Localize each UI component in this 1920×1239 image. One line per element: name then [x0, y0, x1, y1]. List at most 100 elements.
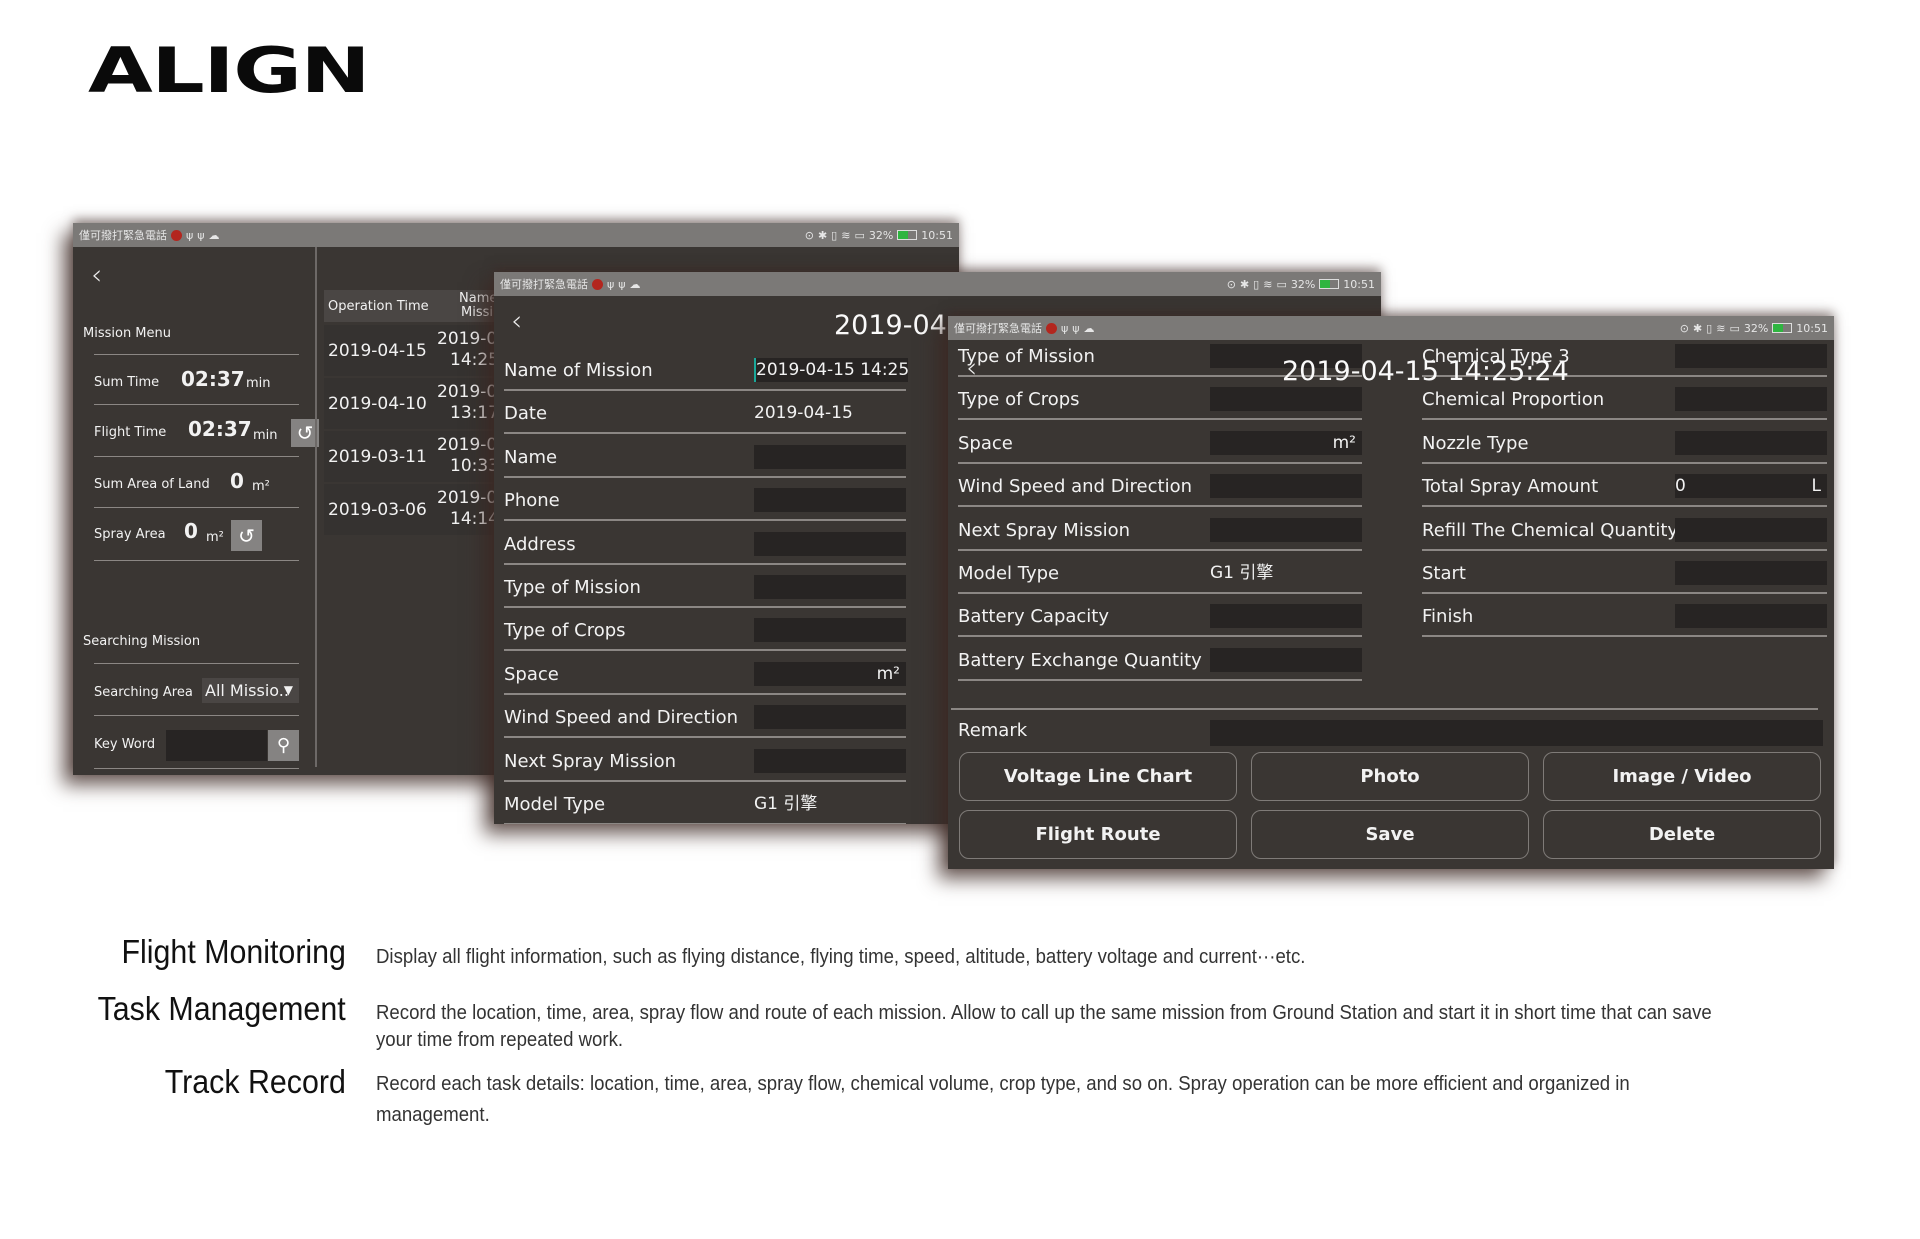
carrier-text: 僅可撥打緊急電話 — [79, 229, 167, 242]
clock: 10:51 — [1343, 277, 1375, 291]
field-input[interactable] — [754, 575, 906, 599]
sum-time-value: 02:37 — [181, 367, 245, 391]
field-label: Name — [504, 446, 558, 468]
divider — [94, 663, 299, 664]
field-input[interactable] — [754, 705, 906, 730]
flight-route-button[interactable]: Flight Route — [959, 810, 1237, 859]
divider — [504, 475, 906, 478]
field-input[interactable] — [1210, 647, 1362, 672]
field-input[interactable] — [1675, 344, 1827, 368]
back-chevron-icon[interactable]: ‹ — [511, 307, 522, 335]
searching-mission-heading: Searching Mission — [83, 634, 201, 649]
field-unit: m² — [1332, 432, 1356, 453]
field-label: Model Type — [958, 563, 1060, 584]
image-video-button[interactable]: Image / Video — [1543, 752, 1821, 801]
field-input[interactable]: m² — [1210, 430, 1362, 455]
remark-input[interactable] — [1210, 720, 1823, 746]
notification-dot-icon — [1046, 322, 1057, 334]
field-input[interactable]: G1 引擎 — [1210, 561, 1362, 585]
flight-time-label: Flight Time — [94, 425, 167, 440]
field-input[interactable]: 2019-04-15 14:25:2 — [754, 358, 908, 382]
field-label: Finish — [1422, 606, 1474, 628]
field-label: Space — [504, 663, 559, 685]
field-input[interactable] — [1675, 604, 1827, 629]
field-input[interactable] — [754, 444, 906, 469]
field-label: Phone — [504, 490, 560, 512]
row-date: 2019-04-10 — [328, 394, 427, 414]
refresh-icon: ↺ — [238, 523, 255, 548]
sim-icon: ▭ — [1276, 277, 1287, 291]
field-input[interactable] — [754, 531, 906, 556]
refresh-icon: ↺ — [296, 421, 314, 445]
field-input[interactable] — [1675, 561, 1827, 585]
clock: 10:51 — [921, 228, 953, 242]
field-input[interactable]: 0L — [1675, 474, 1827, 499]
field-label: Name of Mission — [504, 360, 653, 381]
field-input[interactable] — [1210, 517, 1362, 542]
feature-desc-task-management: Record the location, time, area, spray f… — [376, 1002, 1712, 1051]
row-name-line1: 2019-0 — [437, 329, 498, 349]
field-input[interactable]: m² — [754, 661, 906, 686]
status-bar: 僅可撥打緊急電話 ψ ψ ☁ ⊙ ✱ ▯ ≋ ▭ 32% 10:51 — [73, 223, 959, 247]
search-button[interactable]: ⚲ — [268, 730, 299, 761]
divider — [1422, 635, 1827, 638]
divider — [94, 404, 299, 405]
sum-time-unit: min — [246, 376, 271, 391]
feature-title-task-management: Task Management — [97, 990, 346, 1027]
save-button[interactable]: Save — [1251, 810, 1529, 859]
field-input[interactable]: 2019-04-15 — [754, 401, 906, 425]
field-label: Battery Capacity — [958, 606, 1110, 628]
mission-title: 2019-04- — [834, 310, 957, 341]
feature-title-track-record: Track Record — [164, 1063, 346, 1100]
bluetooth-icon: ✱ — [817, 228, 828, 242]
divider — [94, 354, 299, 355]
field-input[interactable] — [1675, 430, 1827, 455]
mission-title: 2019-04-15 14:25:24 — [1282, 356, 1569, 387]
bluetooth-icon: ✱ — [1692, 321, 1703, 335]
back-chevron-icon[interactable]: ‹ — [91, 261, 102, 289]
field-input[interactable]: G1 引擎 — [754, 792, 906, 816]
field-label: Space — [958, 432, 1013, 454]
field-value: 2019-04-15 14:25:2 — [756, 360, 908, 380]
remark-label: Remark — [958, 720, 1028, 741]
delete-button[interactable]: Delete — [1543, 810, 1821, 859]
divider — [1422, 418, 1827, 421]
battery-icon — [897, 230, 918, 240]
field-input[interactable] — [1675, 387, 1827, 412]
field-input[interactable] — [754, 748, 906, 773]
divider — [958, 418, 1362, 421]
field-input[interactable] — [1675, 517, 1827, 542]
divider — [504, 562, 906, 565]
field-label: Chemical Proportion — [1422, 389, 1605, 411]
usb-icon: ψ — [1072, 321, 1080, 335]
field-input[interactable] — [754, 488, 906, 513]
vibrate-icon: ▯ — [831, 228, 838, 242]
photo-button[interactable]: Photo — [1251, 752, 1529, 801]
field-label: Start — [1422, 563, 1466, 584]
usb-icon: ψ — [1061, 321, 1069, 335]
field-input[interactable] — [1210, 604, 1362, 629]
panel-divider — [315, 247, 317, 767]
clock: 10:51 — [1796, 321, 1828, 335]
field-label: Next Spray Mission — [504, 750, 677, 772]
mission-detail-screen-expanded: 僅可撥打緊急電話 ψ ψ ☁ ⊙ ✱ ▯ ≋ ▭ 32% 10:51 ‹ Typ… — [948, 316, 1834, 869]
battery-percent: 32% — [868, 228, 894, 242]
sim-icon: ▭ — [854, 228, 865, 242]
feature-desc-flight-monitoring: Display all flight information, such as … — [376, 946, 1306, 968]
spray-area-unit: m² — [206, 530, 224, 545]
field-label: Type of Mission — [504, 577, 641, 598]
field-unit: L — [1811, 476, 1821, 497]
status-bar: 僅可撥打緊急電話 ψ ψ ☁ ⊙ ✱ ▯ ≋ ▭ 32% 10:51 — [494, 272, 1381, 296]
searching-area-dropdown[interactable]: All Missio.. ▼ — [202, 678, 299, 703]
divider — [958, 461, 1362, 464]
wifi-icon: ≋ — [841, 228, 851, 242]
sum-area-label: Sum Area of Land — [94, 477, 210, 492]
field-input[interactable] — [754, 618, 906, 643]
keyword-input[interactable] — [166, 730, 267, 761]
field-input[interactable] — [1210, 474, 1362, 499]
field-input[interactable] — [1210, 387, 1362, 412]
field-label: Type of Crops — [504, 620, 626, 642]
voltage-line-chart-button[interactable]: Voltage Line Chart — [959, 752, 1237, 801]
row-name-line1: 2019-0 — [437, 382, 498, 402]
refresh-spray-area-button[interactable]: ↺ — [231, 520, 262, 551]
